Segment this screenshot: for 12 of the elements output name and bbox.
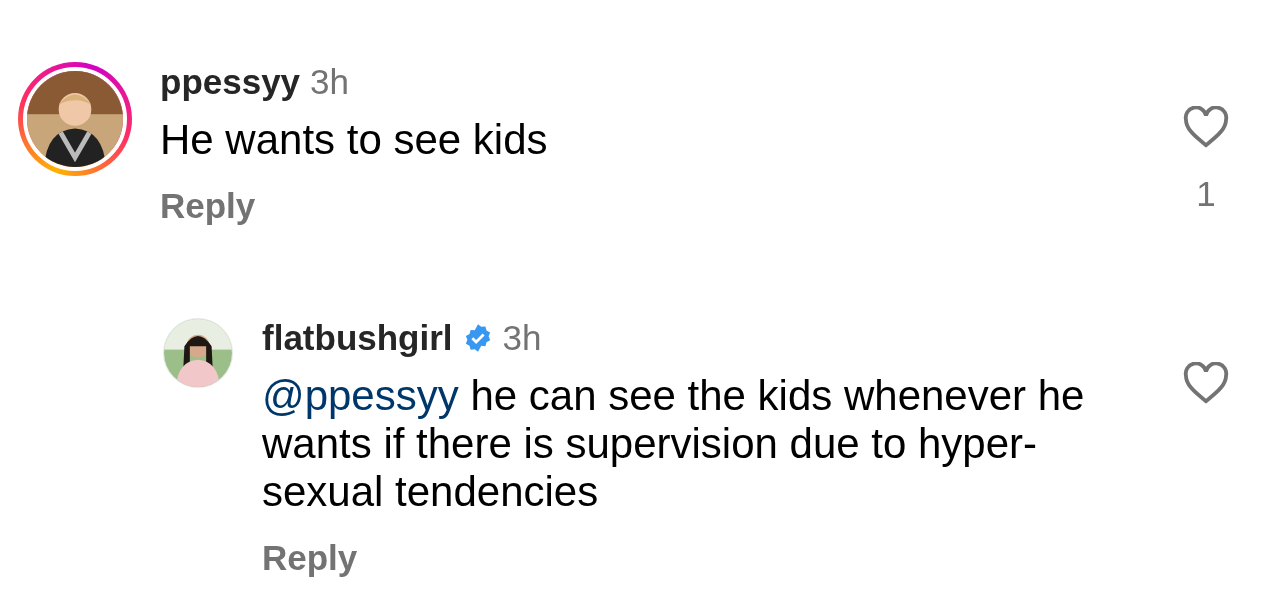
comment-text: @ppessyy he can see the kids whenever he wants if there is supervision due to hyper-sexual tendencies bbox=[262, 372, 1086, 516]
username[interactable]: ppessyy bbox=[160, 62, 301, 102]
like-button[interactable] bbox=[1183, 106, 1229, 148]
timestamp: 3h bbox=[310, 62, 350, 102]
mention-link[interactable]: @ppessyy bbox=[262, 372, 459, 419]
like-button[interactable] bbox=[1183, 362, 1229, 404]
username[interactable]: flatbushgirl bbox=[262, 318, 453, 358]
timestamp: 3h bbox=[502, 318, 542, 358]
like-count: 1 bbox=[1196, 174, 1216, 214]
reply-button[interactable]: Reply bbox=[262, 538, 358, 578]
reply-button[interactable]: Reply bbox=[160, 186, 256, 226]
comment-text: He wants to see kids bbox=[160, 116, 549, 164]
